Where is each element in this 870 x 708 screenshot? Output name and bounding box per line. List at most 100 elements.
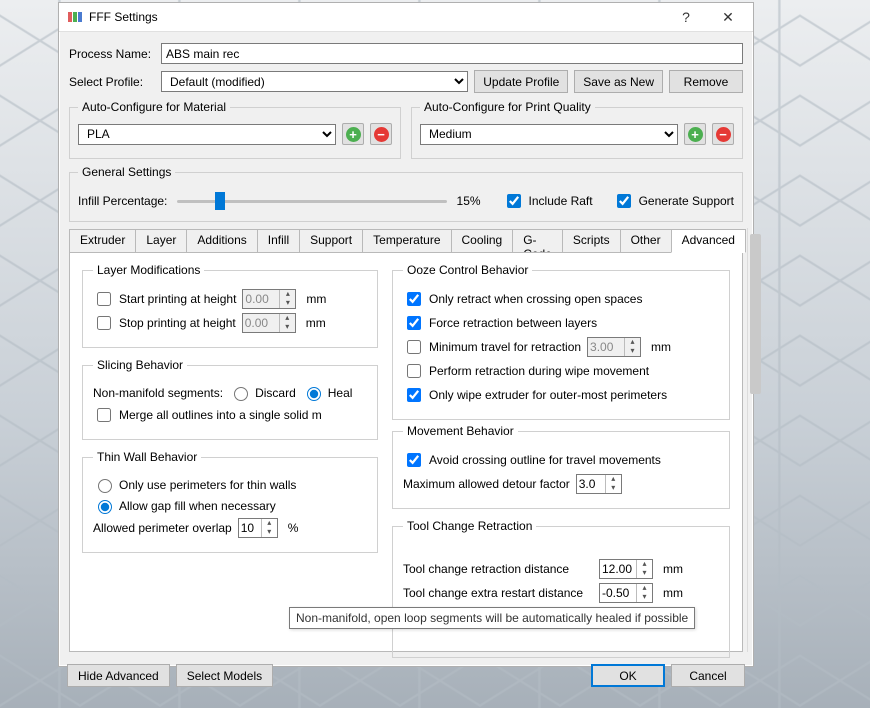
general-settings-legend: General Settings bbox=[78, 165, 175, 179]
tab-cooling[interactable]: Cooling bbox=[451, 229, 514, 253]
ooze-legend: Ooze Control Behavior bbox=[403, 263, 532, 277]
tc-extra-label: Tool change extra restart distance bbox=[403, 586, 593, 600]
help-button[interactable]: ? bbox=[665, 3, 707, 31]
minus-icon: − bbox=[374, 127, 389, 142]
tab-gcode[interactable]: G-Code bbox=[512, 229, 563, 253]
titlebar: FFF Settings ? ✕ bbox=[59, 3, 753, 32]
auto-material-legend: Auto-Configure for Material bbox=[78, 100, 230, 114]
tab-advanced[interactable]: Advanced bbox=[671, 229, 746, 253]
heal-radio[interactable]: Heal bbox=[302, 384, 353, 401]
nonmanifold-label: Non-manifold segments: bbox=[93, 386, 223, 400]
thinwall-gapfill-radio[interactable]: Allow gap fill when necessary bbox=[93, 497, 276, 514]
merge-outlines-check[interactable]: Merge all outlines into a single solid m bbox=[93, 405, 322, 425]
window-title: FFF Settings bbox=[89, 10, 665, 24]
infill-label: Infill Percentage: bbox=[78, 194, 167, 208]
avoid-outline-check[interactable]: Avoid crossing outline for travel moveme… bbox=[403, 450, 661, 470]
slider-thumb[interactable] bbox=[215, 192, 225, 210]
process-name-input[interactable] bbox=[161, 43, 743, 64]
movement-legend: Movement Behavior bbox=[403, 424, 518, 438]
unit-mm: mm bbox=[663, 562, 683, 576]
process-name-label: Process Name: bbox=[69, 47, 155, 61]
quality-select[interactable]: Medium bbox=[420, 124, 678, 145]
ooze-control-group: Ooze Control Behavior Only retract when … bbox=[392, 263, 730, 420]
overlap-value[interactable]: ▴▾ bbox=[238, 518, 278, 538]
unit-mm: mm bbox=[663, 586, 683, 600]
auto-quality-group: Auto-Configure for Print Quality Medium … bbox=[411, 100, 743, 159]
remove-material-button[interactable]: − bbox=[370, 123, 392, 145]
update-profile-button[interactable]: Update Profile bbox=[474, 70, 568, 93]
thin-wall-group: Thin Wall Behavior Only use perimeters f… bbox=[82, 450, 378, 553]
tab-temperature[interactable]: Temperature bbox=[362, 229, 451, 253]
thinwall-legend: Thin Wall Behavior bbox=[93, 450, 201, 464]
dialog-body: Process Name: Select Profile: Default (m… bbox=[59, 32, 753, 658]
unit-mm: mm bbox=[306, 292, 326, 306]
stop-height-label: Stop printing at height bbox=[119, 316, 236, 330]
merge-outlines-label: Merge all outlines into a single solid m bbox=[119, 408, 322, 422]
generate-support-check[interactable]: Generate Support bbox=[613, 191, 734, 211]
min-travel-value[interactable]: ▴▾ bbox=[587, 337, 641, 357]
layer-mods-legend: Layer Modifications bbox=[93, 263, 204, 277]
force-retraction-check[interactable]: Force retraction between layers bbox=[403, 313, 597, 333]
infill-value: 15% bbox=[457, 194, 493, 208]
start-height-check[interactable]: Start printing at height bbox=[93, 289, 236, 309]
scrollbar-thumb[interactable] bbox=[750, 234, 761, 394]
slicing-legend: Slicing Behavior bbox=[93, 358, 187, 372]
unit-mm: mm bbox=[306, 316, 326, 330]
vertical-scrollbar[interactable] bbox=[747, 228, 748, 652]
tab-scripts[interactable]: Scripts bbox=[562, 229, 621, 253]
profile-select[interactable]: Default (modified) bbox=[161, 71, 468, 92]
discard-radio[interactable]: Discard bbox=[229, 384, 296, 401]
tool-change-group: Tool Change Retraction Tool change retra… bbox=[392, 519, 730, 658]
layer-modifications-group: Layer Modifications Start printing at he… bbox=[82, 263, 378, 348]
unit-mm: mm bbox=[651, 340, 671, 354]
general-settings-group: General Settings Infill Percentage: 15% … bbox=[69, 165, 743, 222]
tab-layer[interactable]: Layer bbox=[135, 229, 187, 253]
percent-unit: % bbox=[288, 521, 299, 535]
tab-additions[interactable]: Additions bbox=[186, 229, 257, 253]
minus-icon: − bbox=[716, 127, 731, 142]
material-select[interactable]: PLA bbox=[78, 124, 336, 145]
heal-tooltip: Non-manifold, open loop segments will be… bbox=[289, 607, 695, 629]
close-button[interactable]: ✕ bbox=[707, 3, 749, 31]
app-icon bbox=[67, 9, 83, 25]
thinwall-perimeters-radio[interactable]: Only use perimeters for thin walls bbox=[93, 476, 296, 493]
stop-height-value[interactable]: ▴▾ bbox=[242, 313, 296, 333]
remove-quality-button[interactable]: − bbox=[712, 123, 734, 145]
select-profile-label: Select Profile: bbox=[69, 75, 155, 89]
advanced-tab-body: Layer Modifications Start printing at he… bbox=[69, 252, 743, 652]
tc-extra-value[interactable]: ▴▾ bbox=[599, 583, 653, 603]
detour-label: Maximum allowed detour factor bbox=[403, 477, 570, 491]
tab-extruder[interactable]: Extruder bbox=[69, 229, 136, 253]
tc-dist-label: Tool change retraction distance bbox=[403, 562, 593, 576]
slicing-behavior-group: Slicing Behavior Non-manifold segments: … bbox=[82, 358, 378, 440]
plus-icon: + bbox=[346, 127, 361, 142]
infill-slider[interactable] bbox=[177, 200, 446, 203]
tab-bar: Extruder Layer Additions Infill Support … bbox=[69, 228, 743, 252]
remove-profile-button[interactable]: Remove bbox=[669, 70, 743, 93]
generate-support-label: Generate Support bbox=[639, 194, 734, 208]
include-raft-check[interactable]: Include Raft bbox=[503, 191, 593, 211]
save-as-new-button[interactable]: Save as New bbox=[574, 70, 663, 93]
movement-behavior-group: Movement Behavior Avoid crossing outline… bbox=[392, 424, 730, 509]
min-travel-check[interactable]: Minimum travel for retraction bbox=[403, 337, 581, 357]
toolchange-legend: Tool Change Retraction bbox=[403, 519, 536, 533]
start-height-value[interactable]: ▴▾ bbox=[242, 289, 296, 309]
wipe-outer-check[interactable]: Only wipe extruder for outer-most perime… bbox=[403, 385, 667, 405]
tab-infill[interactable]: Infill bbox=[257, 229, 300, 253]
fff-settings-dialog: FFF Settings ? ✕ Process Name: Select Pr… bbox=[58, 2, 754, 667]
detour-value[interactable]: ▴▾ bbox=[576, 474, 622, 494]
add-material-button[interactable]: + bbox=[342, 123, 364, 145]
retract-open-check[interactable]: Only retract when crossing open spaces bbox=[403, 289, 642, 309]
auto-quality-legend: Auto-Configure for Print Quality bbox=[420, 100, 595, 114]
tc-dist-value[interactable]: ▴▾ bbox=[599, 559, 653, 579]
plus-icon: + bbox=[688, 127, 703, 142]
start-height-label: Start printing at height bbox=[119, 292, 236, 306]
tab-area: Extruder Layer Additions Infill Support … bbox=[69, 228, 743, 652]
tab-other[interactable]: Other bbox=[620, 229, 672, 253]
add-quality-button[interactable]: + bbox=[684, 123, 706, 145]
perform-wipe-check[interactable]: Perform retraction during wipe movement bbox=[403, 361, 649, 381]
stop-height-check[interactable]: Stop printing at height bbox=[93, 313, 236, 333]
overlap-label: Allowed perimeter overlap bbox=[93, 521, 232, 535]
tab-support[interactable]: Support bbox=[299, 229, 363, 253]
auto-material-group: Auto-Configure for Material PLA + − bbox=[69, 100, 401, 159]
